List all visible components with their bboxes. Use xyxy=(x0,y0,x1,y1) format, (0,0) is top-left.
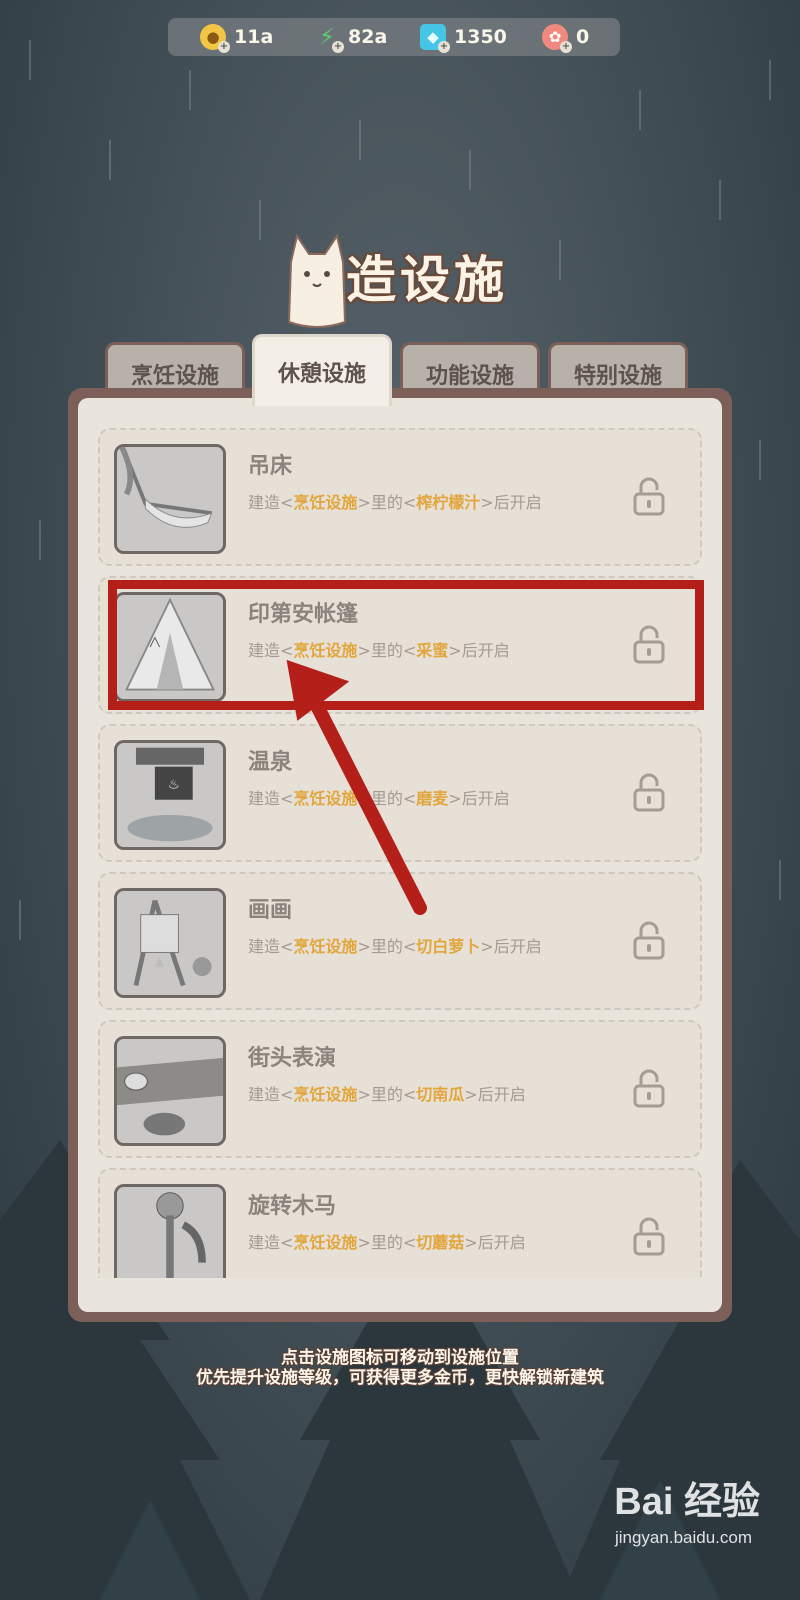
hammock-thumbnail[interactable] xyxy=(114,444,226,554)
lock-icon xyxy=(633,921,665,960)
facility-name: 画画 xyxy=(248,898,293,923)
coin-value: 11a xyxy=(234,26,274,48)
facility-card-hammock[interactable]: 吊床 建造<烹饪设施>里的<榨柠檬汁>后开启 xyxy=(98,428,702,566)
painting-thumbnail[interactable] xyxy=(114,888,226,998)
facility-card-painting[interactable]: 画画 建造<烹饪设施>里的<切白萝卜>后开启 xyxy=(98,872,702,1010)
lock-icon xyxy=(633,773,665,812)
watermark-url: jingyan.baidu.com xyxy=(614,1528,752,1547)
hot-spring-thumbnail[interactable]: ♨ xyxy=(114,740,226,850)
facility-requirement: 建造<烹饪设施>里的<磨麦>后开启 xyxy=(248,789,510,808)
gem-icon: ◆ + xyxy=(420,24,450,53)
facility-requirement: 建造<烹饪设施>里的<切蘑菇>后开启 xyxy=(248,1233,526,1252)
baidu-jingyan-watermark: Bai 经验 jingyan.baidu.com xyxy=(560,1470,760,1560)
energy-icon: ⚡ + xyxy=(319,24,344,53)
page-title: 建造设施 xyxy=(292,251,508,309)
hint-text-1: 点击设施图标可移动到设施位置 xyxy=(281,1348,519,1368)
ticket-counter[interactable]: ✿ + 0 xyxy=(542,22,590,53)
lock-icon xyxy=(633,477,665,516)
svg-text:♨: ♨ xyxy=(168,777,180,792)
facility-name: 旋转木马 xyxy=(248,1194,337,1219)
lock-icon xyxy=(633,1217,665,1256)
facility-name: 温泉 xyxy=(248,750,293,775)
facility-requirement: 建造<烹饪设施>里的<榨柠檬汁>后开启 xyxy=(248,493,542,512)
ticket-value: 0 xyxy=(576,26,590,48)
facility-name: 街头表演 xyxy=(248,1046,337,1071)
hint-text-2: 优先提升设施等级，可获得更多金币，更快解锁新建筑 xyxy=(196,1368,604,1388)
facility-card-carousel[interactable]: 旋转木马 建造<烹饪设施>里的<切蘑菇>后开启 xyxy=(98,1168,702,1278)
resource-bar: ● + 11a ⚡ + 82a ◆ + 1350 ✿ + 0 xyxy=(168,18,620,56)
highlight-box xyxy=(108,580,704,710)
facility-requirement: 建造<烹饪设施>里的<切白萝卜>后开启 xyxy=(248,937,542,956)
watermark-logo: Bai 经验 xyxy=(614,1481,760,1523)
coin-counter[interactable]: ● + 11a xyxy=(200,22,274,53)
facility-name: 吊床 xyxy=(248,454,293,479)
coin-icon: ● + xyxy=(200,24,230,53)
gem-value: 1350 xyxy=(454,26,507,48)
ticket-icon: ✿ + xyxy=(542,24,572,53)
facility-card-street-performance[interactable]: 街头表演 建造<烹饪设施>里的<切南瓜>后开启 xyxy=(98,1020,702,1158)
carousel-thumbnail[interactable] xyxy=(114,1184,226,1278)
energy-value: 82a xyxy=(348,26,388,48)
lock-icon xyxy=(633,1069,665,1108)
gem-counter[interactable]: ◆ + 1350 xyxy=(420,22,507,53)
energy-counter[interactable]: ⚡ + 82a xyxy=(314,22,388,53)
facility-card-hot-spring[interactable]: ♨ 温泉 建造<烹饪设施>里的<磨麦>后开启 xyxy=(98,724,702,862)
facility-requirement: 建造<烹饪设施>里的<切南瓜>后开启 xyxy=(248,1085,526,1104)
facility-list[interactable]: 吊床 建造<烹饪设施>里的<榨柠檬汁>后开启 印第安帐篷 建造<烹饪设施>里的<… xyxy=(98,428,702,1278)
facility-panel-inner: 吊床 建造<烹饪设施>里的<榨柠檬汁>后开启 印第安帐篷 建造<烹饪设施>里的<… xyxy=(78,398,722,1312)
facility-panel: 吊床 建造<烹饪设施>里的<榨柠檬汁>后开启 印第安帐篷 建造<烹饪设施>里的<… xyxy=(68,388,732,1322)
street-performance-thumbnail[interactable] xyxy=(114,1036,226,1146)
tab-rest[interactable]: 休憩设施 xyxy=(252,334,392,406)
cat-mascot-icon xyxy=(287,233,347,328)
